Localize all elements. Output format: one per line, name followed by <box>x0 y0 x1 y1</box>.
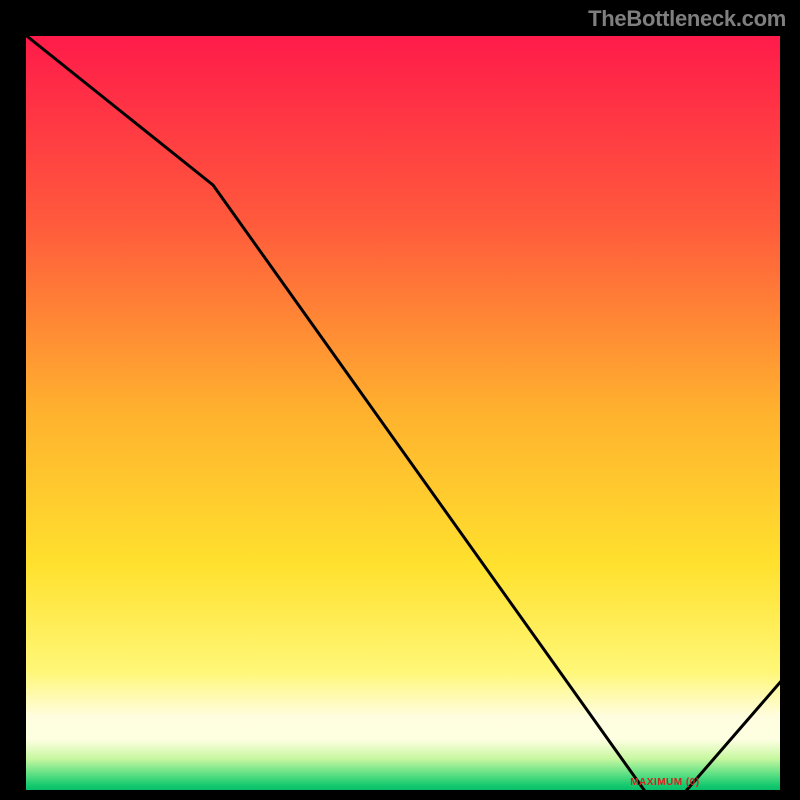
chart-root: TheBottleneck.com MAXIMUM (0) <box>0 0 800 800</box>
plot-svg <box>23 33 783 793</box>
plot-area: MAXIMUM (0) <box>20 30 780 790</box>
brand-watermark: TheBottleneck.com <box>588 6 786 32</box>
gradient-bg <box>23 33 783 793</box>
max-point-label: MAXIMUM (0) <box>630 777 699 788</box>
